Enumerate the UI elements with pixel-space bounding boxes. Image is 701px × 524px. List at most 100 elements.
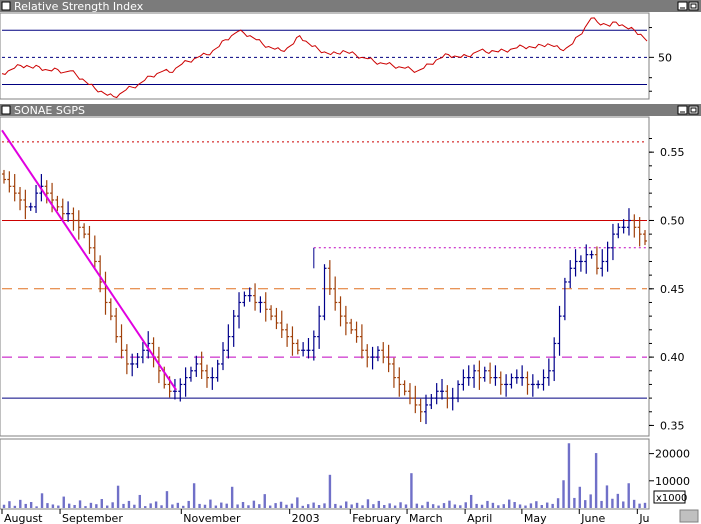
volume-bar <box>404 504 408 508</box>
volume-bar <box>220 502 223 508</box>
volume-bar <box>133 504 136 508</box>
volume-bar <box>290 503 294 508</box>
volume-bar <box>51 504 55 508</box>
volume-bar <box>209 499 212 508</box>
price-tick-label: 0.40 <box>660 351 685 364</box>
volume-bar <box>24 503 27 508</box>
scroll-box[interactable] <box>679 509 699 523</box>
volume-bar <box>475 503 478 508</box>
volume-bar <box>122 503 125 508</box>
x-tick-label: June <box>580 512 605 524</box>
volume-bar <box>57 505 60 508</box>
volume-bar <box>241 502 245 508</box>
volume-bar <box>507 499 511 508</box>
volume-bar <box>144 506 147 508</box>
volume-bar <box>279 501 283 508</box>
volume-bar <box>431 504 435 508</box>
volume-bar <box>453 504 457 508</box>
volume-bar <box>301 505 304 508</box>
volume-bar <box>448 500 451 508</box>
price-tick-label: 0.45 <box>660 283 685 296</box>
volume-bar <box>192 483 196 508</box>
volume-bar <box>127 500 131 508</box>
x-tick-label: November <box>183 512 241 524</box>
volume-bar <box>502 504 505 508</box>
x-tick-label: May <box>524 512 547 524</box>
volume-bar <box>214 505 218 508</box>
volume-bar <box>323 503 326 508</box>
volume-bar <box>154 501 158 508</box>
maximize-button[interactable] <box>688 105 699 115</box>
panel-icon <box>1 105 11 115</box>
volume-bar <box>415 503 419 508</box>
volume-bar <box>361 505 364 508</box>
volume-bar <box>442 503 446 508</box>
volume-bar <box>252 500 256 508</box>
chart-canvas: Relative Strength Index SONAE SGPS 50 0.5… <box>0 0 701 524</box>
volume-bar <box>573 497 576 508</box>
volume-bar <box>203 504 207 508</box>
volume-bar <box>556 498 560 508</box>
volume-bar <box>578 486 582 508</box>
volume-bar <box>106 505 109 508</box>
volume-bar <box>622 501 625 508</box>
volume-bar <box>116 485 120 508</box>
volume-bar <box>421 505 424 508</box>
volume-bar <box>551 503 554 508</box>
volume-bar <box>616 493 620 508</box>
volume-bar <box>399 502 402 508</box>
volume-bar <box>600 500 603 508</box>
volume-bar <box>334 503 337 508</box>
panel-icon <box>1 1 11 11</box>
volume-bar <box>312 502 315 508</box>
volume-bar <box>230 486 234 508</box>
minimize-button[interactable] <box>677 1 688 11</box>
price-tick-label: 0.50 <box>660 214 685 227</box>
volume-multiplier-box: x1000 <box>653 490 687 504</box>
volume-bar <box>62 496 65 508</box>
volume-bar <box>518 504 522 508</box>
volume-bar <box>589 494 592 508</box>
rsi-tick-label: 50 <box>658 51 672 64</box>
volume-bar <box>84 506 87 508</box>
volume-bar <box>491 502 495 508</box>
volume-bar <box>464 502 467 508</box>
volume-bar <box>328 474 332 508</box>
price-title-bar: SONAE SGPS <box>0 104 701 117</box>
volume-bar <box>486 500 489 508</box>
volume-bar <box>469 494 473 508</box>
volume-bar <box>426 501 429 508</box>
volume-bar <box>73 505 76 508</box>
volume-bar <box>584 500 587 508</box>
rsi-title-bar: Relative Strength Index <box>0 0 701 13</box>
volume-bar <box>29 502 33 508</box>
x-tick-label: Ju <box>638 512 649 524</box>
volume-bar <box>78 500 82 508</box>
volume-bar <box>350 504 353 508</box>
volume-bar <box>345 501 348 508</box>
volume-bar <box>377 500 381 508</box>
volume-bar <box>540 505 543 508</box>
volume-bar <box>13 505 17 508</box>
volume-bar <box>627 483 630 508</box>
volume-bar <box>258 504 261 508</box>
volume-bar <box>643 502 647 508</box>
price-tick-label: 0.55 <box>660 146 685 159</box>
volume-bar <box>513 502 516 508</box>
volume-bar <box>296 497 299 508</box>
volume-bar <box>480 504 484 508</box>
volume-bar <box>459 505 462 508</box>
minimize-button[interactable] <box>677 105 688 115</box>
volume-bar <box>611 498 614 508</box>
maximize-button[interactable] <box>688 1 699 11</box>
volume-bar <box>339 505 342 508</box>
volume-bar <box>307 504 310 508</box>
volume-bar <box>35 506 38 508</box>
rsi-title: Relative Strength Index <box>14 0 144 13</box>
volume-bar <box>562 480 565 508</box>
volume-bar <box>372 504 375 508</box>
background <box>0 0 701 524</box>
volume-bar <box>524 505 527 508</box>
price-tick-label: 0.35 <box>660 419 685 432</box>
x-tick-label: 2003 <box>292 512 320 524</box>
